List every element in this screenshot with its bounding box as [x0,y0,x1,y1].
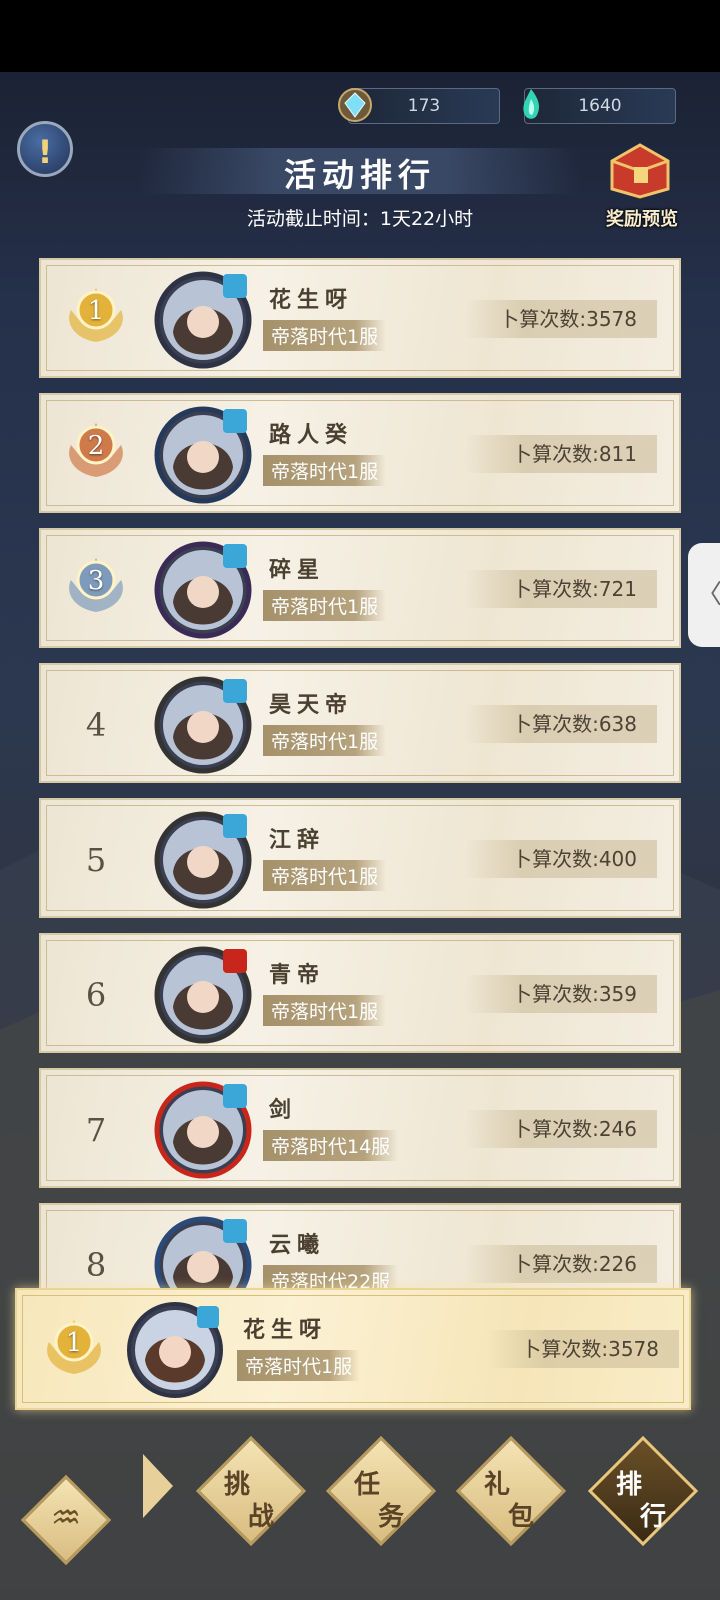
jade-count: 1640 [578,96,622,116]
rank-number: 1 [87,296,105,326]
gold-medal-icon: 1 [39,1312,109,1382]
home-button[interactable]: ♒ [20,1474,112,1566]
server-tag: 帝落时代1服 [263,320,387,351]
score-value: 卜算次数:400 [465,840,657,878]
ranking-row[interactable]: 7 剑 帝落时代14服 卜算次数:246 [39,1068,681,1188]
player-avatar[interactable] [153,540,253,640]
player-name: 江辞 [269,827,326,853]
nav-label-top: 挑 [224,1470,251,1500]
nav-button-1[interactable]: 任 务 [325,1435,437,1547]
player-name: 青帝 [269,962,326,988]
player-name: 碎星 [269,557,326,583]
gift-chest-icon [610,143,670,199]
nav-label-bottom: 包 [508,1502,535,1532]
player-avatar[interactable] [153,945,253,1045]
player-avatar[interactable] [153,270,253,370]
server-tag: 帝落时代1服 [263,995,387,1026]
gem-counter[interactable]: 173 [338,88,500,124]
ranking-row[interactable]: 5 江辞 帝落时代1服 卜算次数:400 [39,798,681,918]
nav-label-bottom: 行 [640,1502,667,1532]
server-tag: 帝落时代1服 [263,860,387,891]
score-value: 卜算次数:359 [465,975,657,1013]
rank-number: 3 [87,566,105,596]
rank-number: 8 [85,1246,107,1284]
nav-label-top: 排 [616,1470,643,1500]
rank-medal-icon: 2 [61,415,131,485]
rank-medal-icon: 3 [61,550,131,620]
player-name: 昊天帝 [269,692,354,718]
player-name: 剑 [269,1097,298,1123]
score-value: 卜算次数:226 [465,1245,657,1283]
my-rank-number: 1 [65,1328,83,1358]
reward-preview-button[interactable]: 奖励预览 [596,135,688,235]
player-avatar[interactable] [153,675,253,775]
gem-icon [338,88,372,122]
nav-label-top: 任 [354,1470,381,1500]
ranking-row[interactable]: 3 碎星 帝落时代1服 卜算次数:721 [39,528,681,648]
ranking-row[interactable]: 2 路人癸 帝落时代1服 卜算次数:811 [39,393,681,513]
player-avatar[interactable] [153,1080,253,1180]
rank-number: 7 [85,1111,107,1149]
server-tag: 帝落时代14服 [263,1130,399,1161]
rank-number: 6 [85,976,107,1014]
ranking-row[interactable]: 6 青帝 帝落时代1服 卜算次数:359 [39,933,681,1053]
player-avatar[interactable] [153,810,253,910]
score-value: 卜算次数:721 [465,570,657,608]
nav-label-bottom: 战 [248,1502,275,1532]
my-rank-card: 1 花生呀 帝落时代1服 卜算次数:3578 [15,1288,691,1410]
rank-number: 5 [85,841,107,879]
my-avatar[interactable] [125,1300,225,1400]
score-value: 卜算次数:246 [465,1110,657,1148]
player-name: 路人癸 [269,422,354,448]
player-name: 云曦 [269,1232,326,1258]
server-tag: 帝落时代1服 [263,455,387,486]
rank-medal-icon: 1 [61,280,131,350]
ranking-row[interactable]: 1 花生呀 帝落时代1服 卜算次数:3578 [39,258,681,378]
cloud-swirl-icon: ♒ [50,1498,82,1538]
ranking-row[interactable]: 4 昊天帝 帝落时代1服 卜算次数:638 [39,663,681,783]
my-player-name: 花生呀 [243,1317,328,1343]
player-avatar[interactable] [153,405,253,505]
player-name: 花生呀 [269,287,354,313]
jade-counter[interactable]: 1640 [523,88,676,124]
nav-button-0[interactable]: 挑 战 [195,1435,307,1547]
server-tag: 帝落时代1服 [263,725,387,756]
nav-label-top: 礼 [484,1470,511,1500]
chevron-right-icon [143,1454,173,1518]
reward-preview-label: 奖励预览 [606,209,678,230]
rank-number: 4 [85,706,107,744]
score-value: 卜算次数:811 [465,435,657,473]
nav-button-3[interactable]: 排 行 [587,1435,699,1547]
my-score: 卜算次数:3578 [487,1330,679,1368]
ranking-list[interactable]: 1 花生呀 帝落时代1服 卜算次数:3578 2 路人癸 帝落时代1服 卜算次数… [0,258,720,1306]
jade-flame-icon [523,89,539,119]
score-value: 卜算次数:638 [465,705,657,743]
nav-label-bottom: 务 [378,1502,405,1532]
gem-count: 173 [407,96,441,116]
my-server-tag: 帝落时代1服 [237,1350,361,1381]
status-bar [0,0,720,72]
rank-number: 2 [87,431,105,461]
nav-button-2[interactable]: 礼 包 [455,1435,567,1547]
server-tag: 帝落时代1服 [263,590,387,621]
score-value: 卜算次数:3578 [465,300,657,338]
